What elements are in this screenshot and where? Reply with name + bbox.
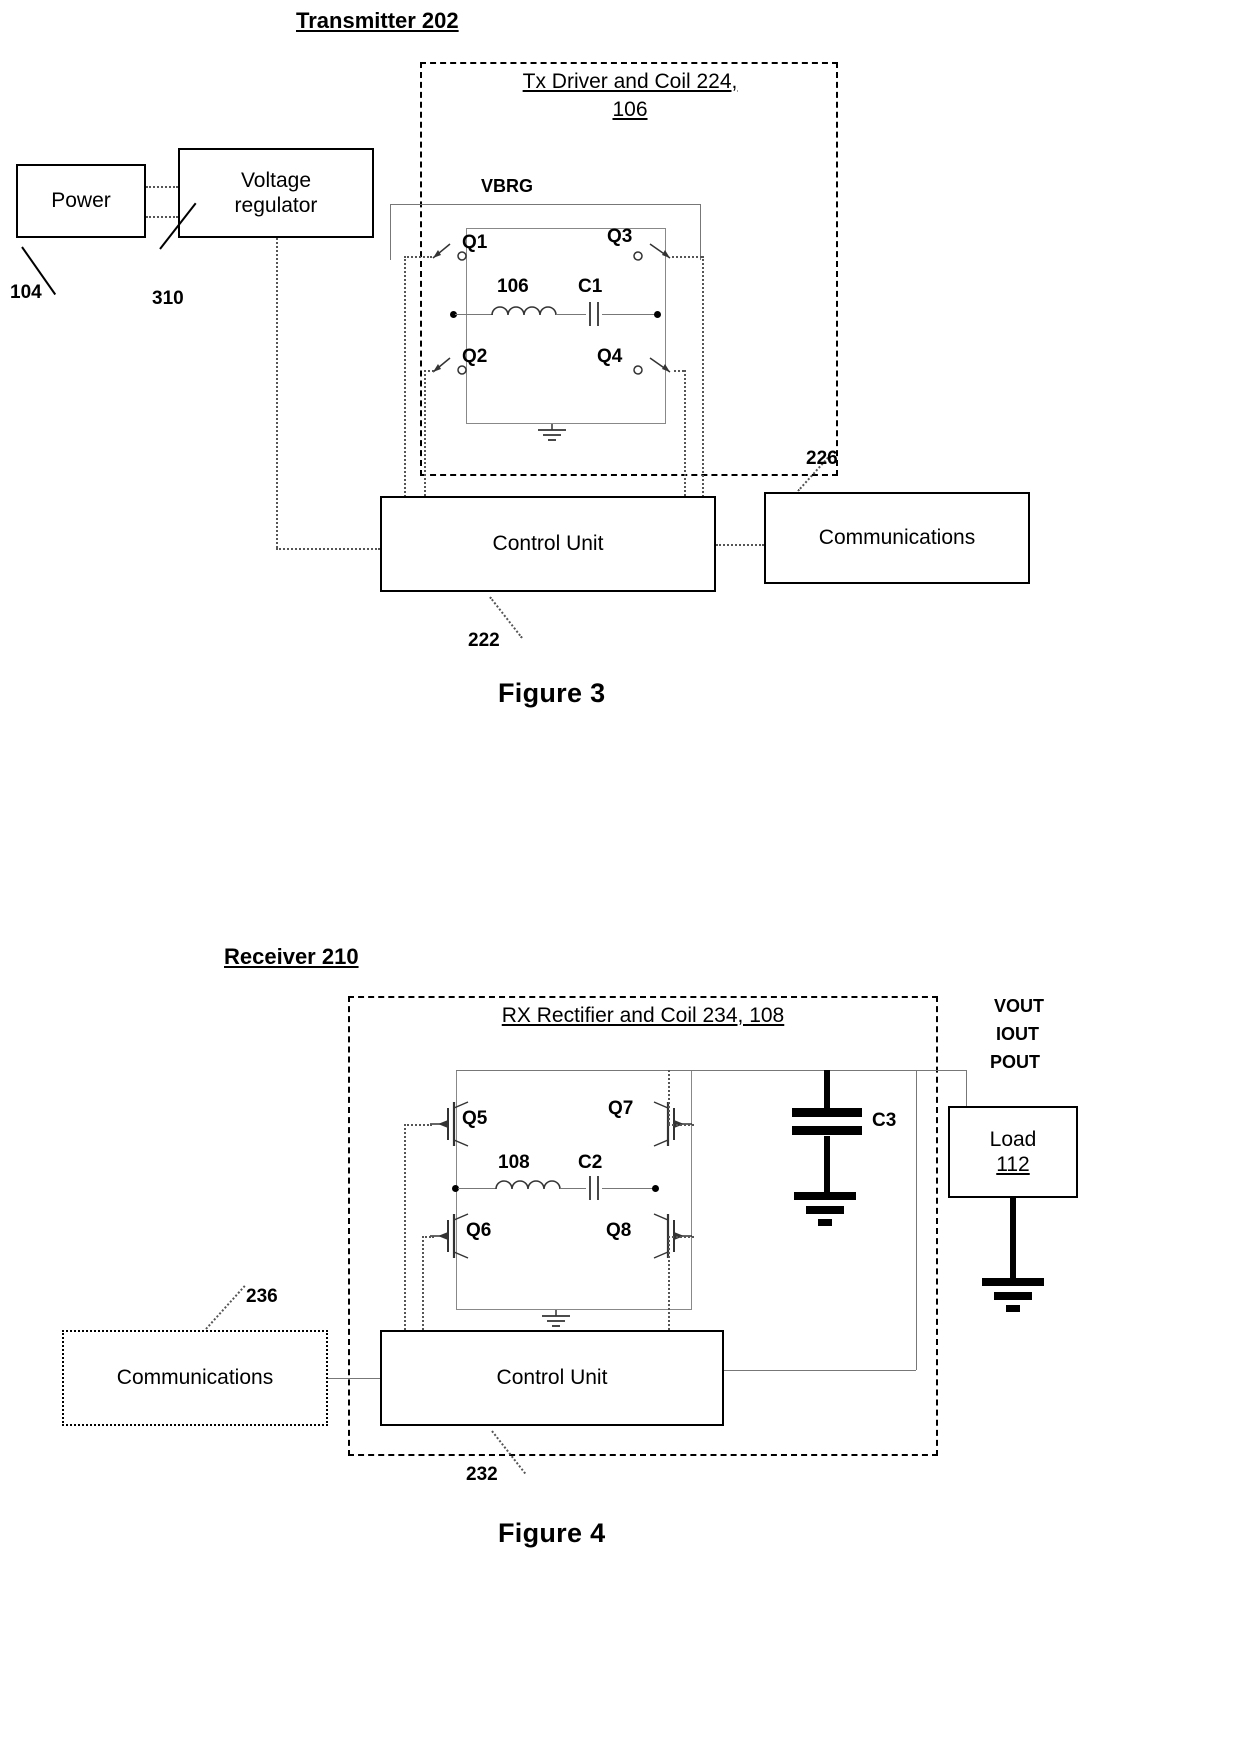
q4-gate-wire-h [674,370,684,372]
rx-top-rail [456,1070,966,1071]
coil-right-node [654,311,661,318]
figure-3-group: Transmitter 202 Tx Driver and Coil 224, … [0,0,1240,740]
regulator-ref-number: 310 [152,288,184,309]
tx-communications-box: Communications [764,492,1030,584]
vout-label: VOUT [994,996,1045,1016]
q5-gate-wire-h [404,1124,432,1126]
q7-label: Q7 [608,1098,634,1119]
coil-to-cap-wire [556,314,586,315]
load-box: Load 112 [948,1106,1078,1198]
receiver-section-title: Receiver 210 [224,944,359,969]
rx-communications-leader-line [205,1285,246,1330]
power-box: Power [16,164,146,238]
tx-coil-inductor [490,298,562,318]
pout-label: POUT [990,1052,1041,1072]
figure-3-caption: Figure 3 [498,678,606,708]
coil-left-lead [455,314,493,315]
figure-4-caption: Figure 4 [498,1518,606,1548]
voltage-regulator-line2: regulator [234,194,318,217]
q7-gate-wire-h [668,1124,694,1126]
transmitter-section-title: Transmitter 202 [296,8,459,33]
q6-label: Q6 [466,1220,492,1241]
tx-ground-symbol [534,424,570,444]
cap-right-lead [602,314,656,315]
load-ground-symbol [980,1278,1046,1312]
tx-control-unit-ref: 222 [468,630,500,651]
vbrg-rail-right-drop [700,204,701,260]
rx-coil-left-lead [458,1188,496,1189]
q3-switch [630,238,680,266]
tx-control-unit-box: Control Unit [380,496,716,592]
c3-top-lead [824,1070,830,1108]
voltage-regulator-box: Voltage regulator [178,148,374,238]
q3-label: Q3 [607,226,633,247]
rx-coil-right-node [652,1185,659,1192]
load-label: Load [989,1127,1037,1151]
q1-gate-wire-v [404,256,406,504]
c1-label: C1 [578,276,603,297]
rx-coil-to-cap-wire [560,1188,586,1189]
q8-gate-wire-h [668,1236,694,1238]
tx-coil-label: 106 [497,276,529,297]
q3-gate-wire-v [702,256,704,504]
q1-gate-wire-h [404,256,432,258]
power-ref-number: 104 [10,282,42,303]
figure-4-group: Receiver 210 RX Rectifier and Coil 234, … [0,930,1240,1730]
rx-rectifier-coil-title: RX Rectifier and Coil 234, 108 [501,1004,785,1027]
rx-ground-symbol [538,1310,574,1330]
load-ground-lead [1010,1198,1016,1282]
c1-capacitor [584,300,604,328]
c2-right-lead [602,1188,656,1189]
iout-label: IOUT [996,1024,1039,1044]
regulator-to-control-vertical [276,238,278,548]
rx-communications-ref: 236 [246,1286,278,1307]
c3-ground-symbol [792,1192,858,1226]
control-to-communications-wire [716,544,764,546]
voltage-regulator-line1: Voltage [240,168,312,192]
c2-capacitor [584,1174,604,1202]
q2-gate-wire-v [424,370,426,504]
rx-control-unit-ref: 232 [466,1464,498,1485]
q7-gate-wire-v [668,1070,670,1124]
vbrg-rail [390,204,700,205]
q5-label: Q5 [462,1108,488,1129]
tx-driver-coil-title: Tx Driver and Coil 224, 106 [440,68,820,125]
q6-gate-wire-v [422,1236,424,1330]
c3-bottom-lead [824,1136,830,1196]
c3-capacitor [790,1106,864,1140]
c3-label: C3 [872,1110,897,1131]
rx-communications-box: Communications [62,1330,328,1426]
q2-label: Q2 [462,346,488,367]
rx-control-unit-box: Control Unit [380,1330,724,1426]
tx-driver-coil-title-line1: Tx Driver and Coil 224, [522,70,738,93]
rx-coil-inductor [494,1172,566,1192]
vbrg-rail-left-drop [390,204,391,260]
c2-label: C2 [578,1152,603,1173]
power-to-regulator-wire-bottom [146,216,178,218]
tx-driver-coil-title-line2: 106 [612,98,648,122]
vbrg-label: VBRG [481,176,534,196]
q5-gate-wire-v [404,1124,406,1330]
q8-label: Q8 [606,1220,632,1241]
q4-switch [630,352,680,380]
power-to-regulator-wire-top [146,186,178,188]
rx-coil-label: 108 [498,1152,530,1173]
tx-communications-ref: 226 [806,448,838,469]
q4-gate-wire-v [684,370,686,504]
rail-to-load-drop [966,1070,967,1106]
communications-to-control-wire [328,1378,380,1379]
q8-gate-wire-v [668,1236,670,1330]
regulator-to-control-horizontal [276,548,380,550]
feedback-vertical-right [916,1070,917,1370]
q4-label: Q4 [597,346,623,367]
q1-label: Q1 [462,232,488,253]
load-ref-number: 112 [996,1153,1030,1176]
feedback-horizontal [724,1370,916,1371]
q3-gate-wire-h [672,256,702,258]
